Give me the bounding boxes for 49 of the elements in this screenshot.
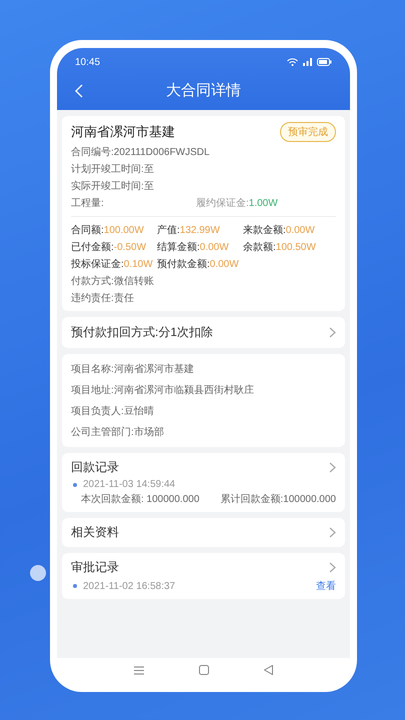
status-tag: 预审完成 [280, 122, 336, 142]
current-amount: 本次回款金额: 100000.000 [81, 492, 200, 506]
back-icon[interactable] [264, 665, 273, 675]
decoration-dot [30, 565, 46, 581]
timeline-dot [73, 584, 77, 588]
view-link[interactable]: 查看 [316, 579, 336, 593]
payment-records-card[interactable]: 回款记录 2021-11-03 14:59:44 本次回款金额: 100000.000 累计回款金额:100000.000 [62, 453, 345, 512]
contract-name: 河南省漯河市基建 [71, 123, 175, 141]
amount-item: 预付款金额:0.00W [157, 258, 240, 271]
amount-item: 合同额:100.00W [71, 224, 145, 237]
section-title: 相关资料 [71, 524, 119, 541]
signal-icon [303, 58, 312, 66]
approval-records-card[interactable]: 审批记录 2021-11-02 16:58:37 查看 [62, 553, 345, 599]
total-amount: 累计回款金额:100000.000 [220, 492, 336, 506]
record-date: 2021-11-03 14:59:44 [83, 479, 176, 490]
prepay-row[interactable]: 预付款扣回方式:分1次扣除 [62, 317, 345, 348]
timeline-dot [73, 482, 77, 486]
deposit-info: 履约保证金:1.00W [196, 197, 278, 210]
section-title: 审批记录 [71, 559, 119, 576]
chevron-icon [329, 527, 336, 538]
contract-info: 计划开竣工时间:至 [71, 162, 155, 176]
record-date: 2021-11-02 16:58:37 [83, 580, 176, 592]
menu-icon[interactable] [134, 666, 144, 674]
chevron-icon [329, 562, 336, 573]
contract-info: 实际开竣工时间:至 [71, 180, 155, 193]
page-title: 大合同详情 [166, 80, 241, 100]
quantity-label: 工程量: [71, 197, 105, 210]
wifi-icon [287, 58, 298, 66]
contract-info: 合同编号:202111D006FWJSDL [71, 146, 211, 159]
contract-term: 付款方式:微信转账 [71, 274, 155, 288]
documents-row[interactable]: 相关资料 [62, 518, 345, 547]
amount-item: 已付金额:-0.50W [71, 240, 148, 254]
status-time: 10:45 [75, 56, 100, 68]
chevron-icon [329, 327, 336, 338]
amount-item: 投标保证金:0.10W [71, 258, 154, 271]
prepay-text: 预付款扣回方式:分1次扣除 [71, 324, 214, 341]
project-info: 项目名称:河南省漯河市基建 [71, 362, 195, 376]
amount-item: 结算金额:0.00W [157, 240, 230, 254]
project-info: 项目负责人:豆怡晴 [71, 404, 155, 418]
amount-item: 来款金额:0.00W [243, 224, 316, 237]
contract-term: 违约责任:责任 [71, 292, 135, 305]
amount-item: 产值:132.99W [157, 224, 221, 237]
section-title: 回款记录 [71, 459, 119, 476]
amount-item: 余款额:100.50W [243, 240, 317, 254]
chevron-icon [329, 462, 336, 473]
project-info: 公司主管部门:市场部 [71, 426, 165, 439]
project-info: 项目地址:河南省漯河市临颍县西街村耿庄 [71, 384, 255, 397]
battery-icon [317, 58, 332, 66]
home-icon[interactable] [198, 665, 209, 675]
